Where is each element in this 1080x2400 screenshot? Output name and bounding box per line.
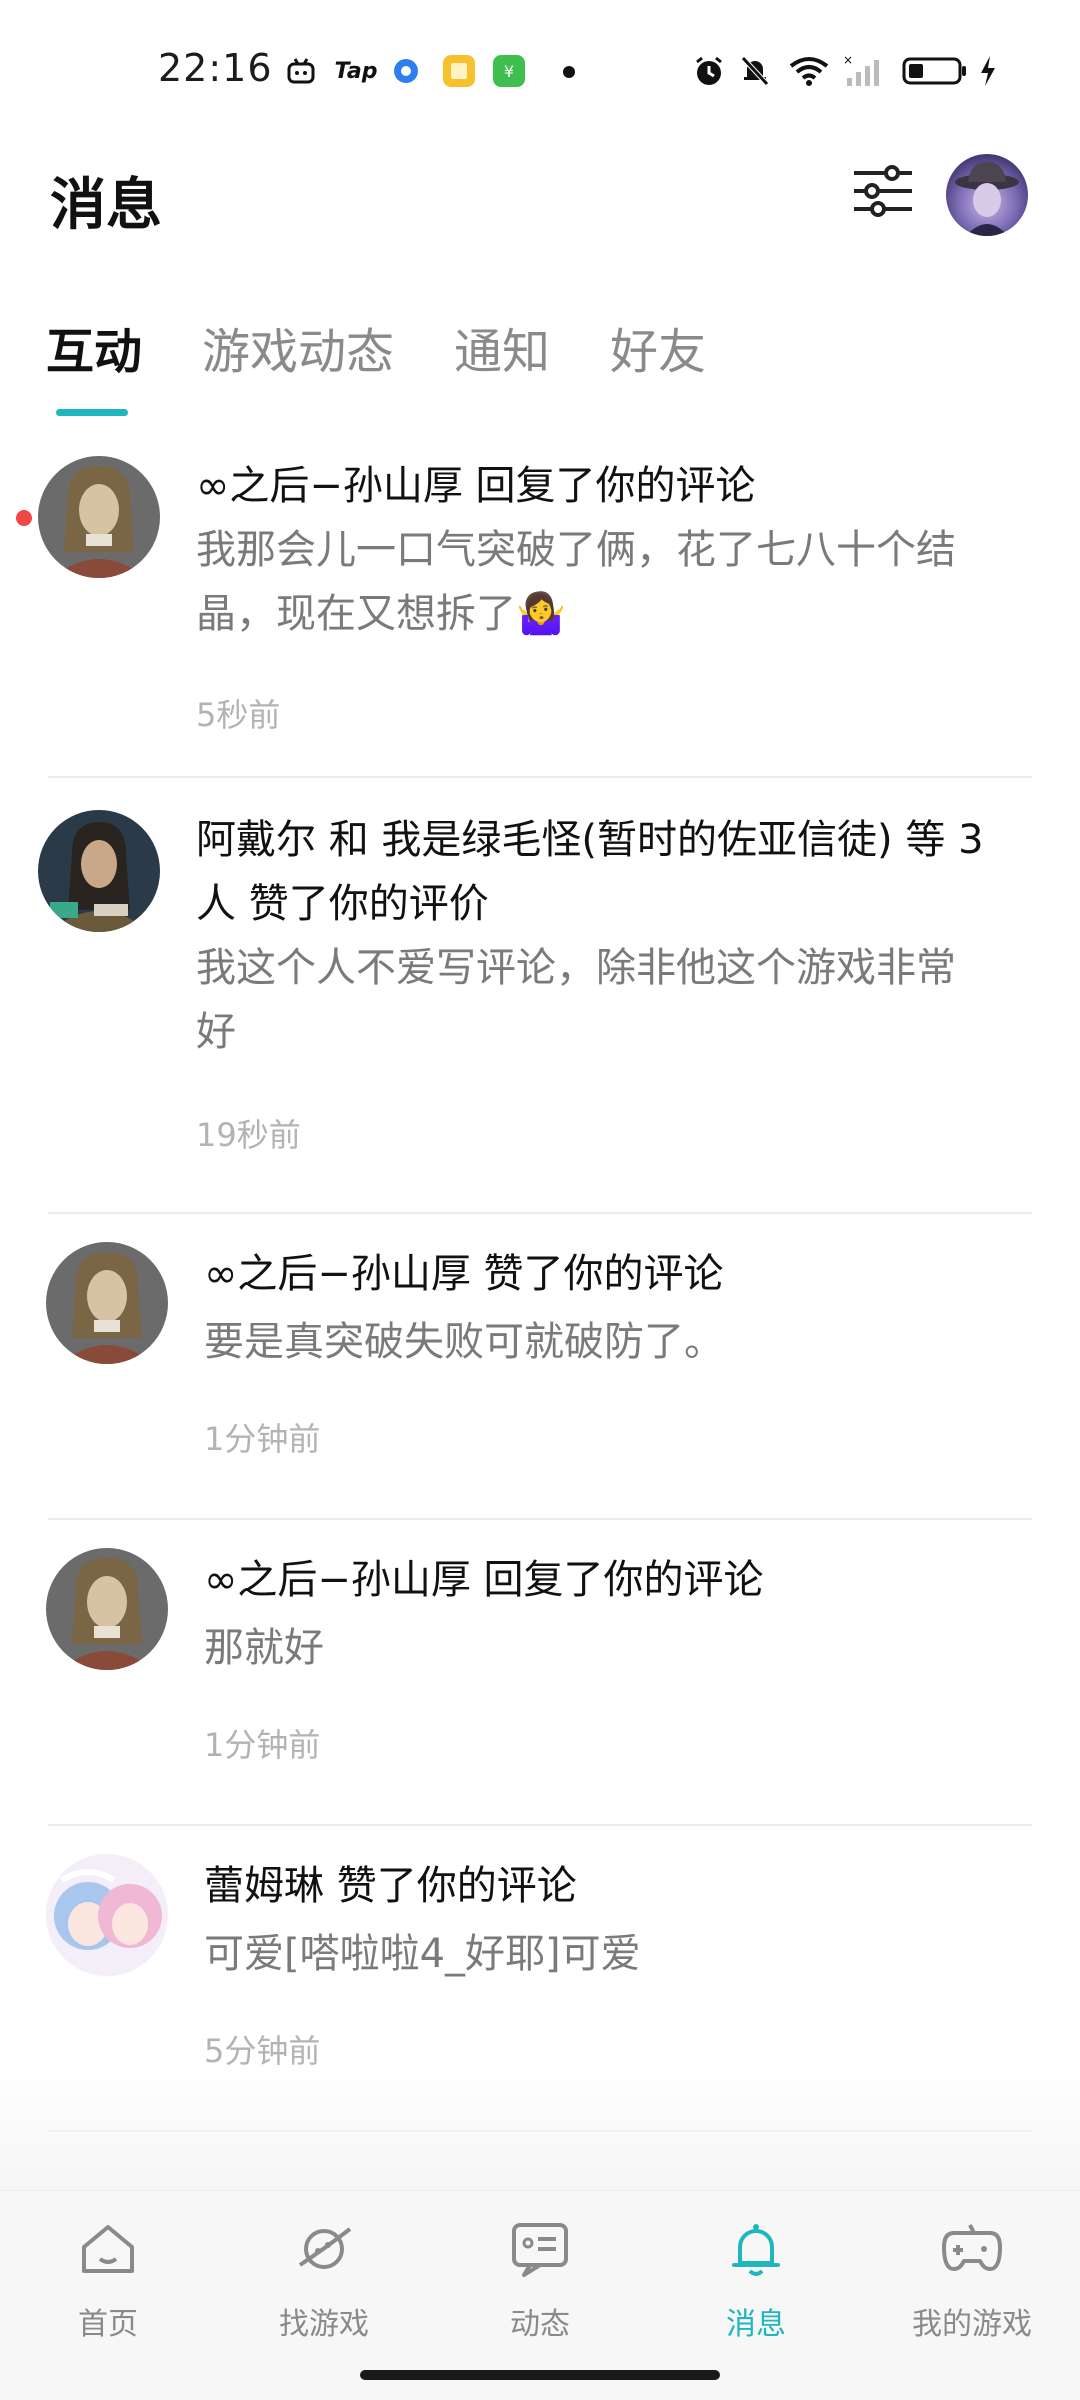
filter-settings-button[interactable] — [850, 158, 916, 224]
signal-icon: × — [840, 54, 886, 88]
charging-icon — [976, 54, 1000, 88]
nav-my-games-label: 我的游戏 — [912, 2307, 1032, 2342]
message-title-line: 阿戴尔 和 我是绿毛怪(暂时的佐亚信徒) 等 3 — [196, 817, 984, 863]
tab-game-updates-label: 游戏动态 — [202, 324, 395, 380]
message-time: 5秒前 — [196, 696, 281, 734]
circle-app-icon — [392, 54, 420, 88]
tab-game-updates[interactable]: 游戏动态 — [202, 312, 394, 416]
svg-text:¥: ¥ — [504, 62, 514, 81]
list-fade — [0, 2060, 1080, 2190]
divider — [48, 1824, 1032, 1826]
nav-my-games[interactable]: 我的游戏 — [872, 2217, 1072, 2343]
wifi-icon — [786, 54, 832, 88]
message-body: 那就好 — [204, 1625, 324, 1671]
tab-notifications[interactable]: 通知 — [454, 312, 550, 416]
divider — [48, 1518, 1032, 1520]
taptap-icon: Tap — [334, 58, 378, 84]
anime-girls-avatar[interactable] — [46, 1854, 168, 1976]
message-body-line: 我这个人不爱写评论，除非他这个游戏非常 — [196, 945, 956, 991]
message-title: 阿戴尔 和 我是绿毛怪(暂时的佐亚信徒) 等 3 人 赞了你的评价 — [196, 808, 1036, 936]
message-title: ∞之后−孙山厚 回复了你的评论 — [204, 1557, 764, 1603]
planet-icon — [292, 2217, 356, 2281]
tab-interactions-label: 互动 — [46, 324, 143, 380]
message-body: 可爱[嗒啦啦4_好耶]可爱 — [204, 1931, 641, 1977]
feed-icon — [508, 2217, 572, 2281]
home-icon — [76, 2217, 140, 2281]
notes-app-icon — [440, 54, 478, 88]
adair-avatar[interactable] — [38, 810, 160, 932]
message-title: 蕾姆琳 赞了你的评论 — [204, 1863, 577, 1909]
list-item[interactable]: ∞之后−孙山厚 赞了你的评论 要是真突破失败可就破防了。 1分钟前 — [0, 1216, 1080, 1522]
active-tab-indicator — [56, 409, 128, 416]
nav-feed-label: 动态 — [510, 2307, 570, 2342]
tab-interactions[interactable]: 互动 — [46, 312, 142, 416]
page-title: 消息 — [50, 173, 162, 238]
tab-friends-label: 好友 — [610, 324, 707, 380]
nav-find-games[interactable]: 找游戏 — [224, 2217, 424, 2343]
message-body-line: 晶，现在又想拆了🤷‍♀️ — [196, 591, 566, 637]
list-item[interactable]: ∞之后−孙山厚 回复了你的评论 那就好 1分钟前 — [0, 1522, 1080, 1828]
gamepad-icon — [940, 2217, 1004, 2281]
unread-dot — [16, 510, 32, 526]
message-title-line: 人 赞了你的评价 — [196, 881, 489, 927]
warrior-avatar[interactable] — [46, 1242, 168, 1364]
tab-friends[interactable]: 好友 — [610, 312, 706, 416]
message-body: 我那会儿一口气突破了俩，花了七八十个结 晶，现在又想拆了🤷‍♀️ — [196, 518, 1016, 646]
message-time: 1分钟前 — [204, 1726, 321, 1764]
status-bar: 22:16 Tap ¥ × — [0, 0, 1080, 140]
message-body: 我这个人不爱写评论，除非他这个游戏非常 好 — [196, 936, 1016, 1064]
nav-home-label: 首页 — [78, 2307, 138, 2342]
nav-messages-label: 消息 — [726, 2307, 786, 2342]
message-body-line: 好 — [196, 1009, 236, 1055]
list-item[interactable]: ∞之后−孙山厚 回复了你的评论 我那会儿一口气突破了俩，花了七八十个结 晶，现在… — [0, 440, 1080, 780]
nav-home[interactable]: 首页 — [8, 2217, 208, 2343]
divider — [48, 776, 1032, 778]
tab-notifications-label: 通知 — [454, 324, 551, 380]
user-avatar[interactable] — [946, 154, 1028, 236]
sliders-icon — [854, 165, 912, 217]
divider — [48, 1212, 1032, 1214]
notification-dot-icon — [563, 66, 575, 78]
bilibili-icon — [284, 54, 318, 88]
mute-bell-icon — [736, 54, 774, 88]
message-body-line: 我那会儿一口气突破了俩，花了七八十个结 — [196, 527, 956, 573]
home-indicator[interactable] — [360, 2370, 720, 2380]
bell-icon — [724, 2217, 788, 2281]
warrior-avatar[interactable] — [46, 1548, 168, 1670]
message-title: ∞之后−孙山厚 赞了你的评论 — [204, 1251, 724, 1297]
battery-icon — [900, 54, 970, 88]
svg-text:×: × — [843, 54, 853, 67]
bottom-navigation: 首页 找游戏 动态 消息 我的游戏 — [0, 2190, 1080, 2400]
status-time: 22:16 — [158, 46, 273, 90]
wechat-app-icon: ¥ — [490, 54, 528, 88]
messages-page: 22:16 Tap ¥ × 消息 互动 游戏动态 通知 好友 ∞之后−孙山厚 回… — [0, 0, 1080, 2400]
message-time: 1分钟前 — [204, 1420, 321, 1458]
nav-find-games-label: 找游戏 — [279, 2307, 369, 2342]
alarm-icon — [690, 54, 728, 88]
message-time: 19秒前 — [196, 1116, 301, 1154]
message-body: 要是真突破失败可就破防了。 — [204, 1319, 724, 1365]
message-list: ∞之后−孙山厚 回复了你的评论 我那会儿一口气突破了俩，花了七八十个结 晶，现在… — [0, 440, 1080, 2134]
list-item[interactable]: 阿戴尔 和 我是绿毛怪(暂时的佐亚信徒) 等 3 人 赞了你的评价 我这个人不爱… — [0, 780, 1080, 1216]
nav-feed[interactable]: 动态 — [440, 2217, 640, 2343]
message-title: ∞之后−孙山厚 回复了你的评论 — [196, 463, 756, 509]
nav-messages[interactable]: 消息 — [656, 2217, 856, 2343]
message-tabs: 互动 游戏动态 通知 好友 — [46, 312, 766, 416]
warrior-avatar[interactable] — [38, 456, 160, 578]
